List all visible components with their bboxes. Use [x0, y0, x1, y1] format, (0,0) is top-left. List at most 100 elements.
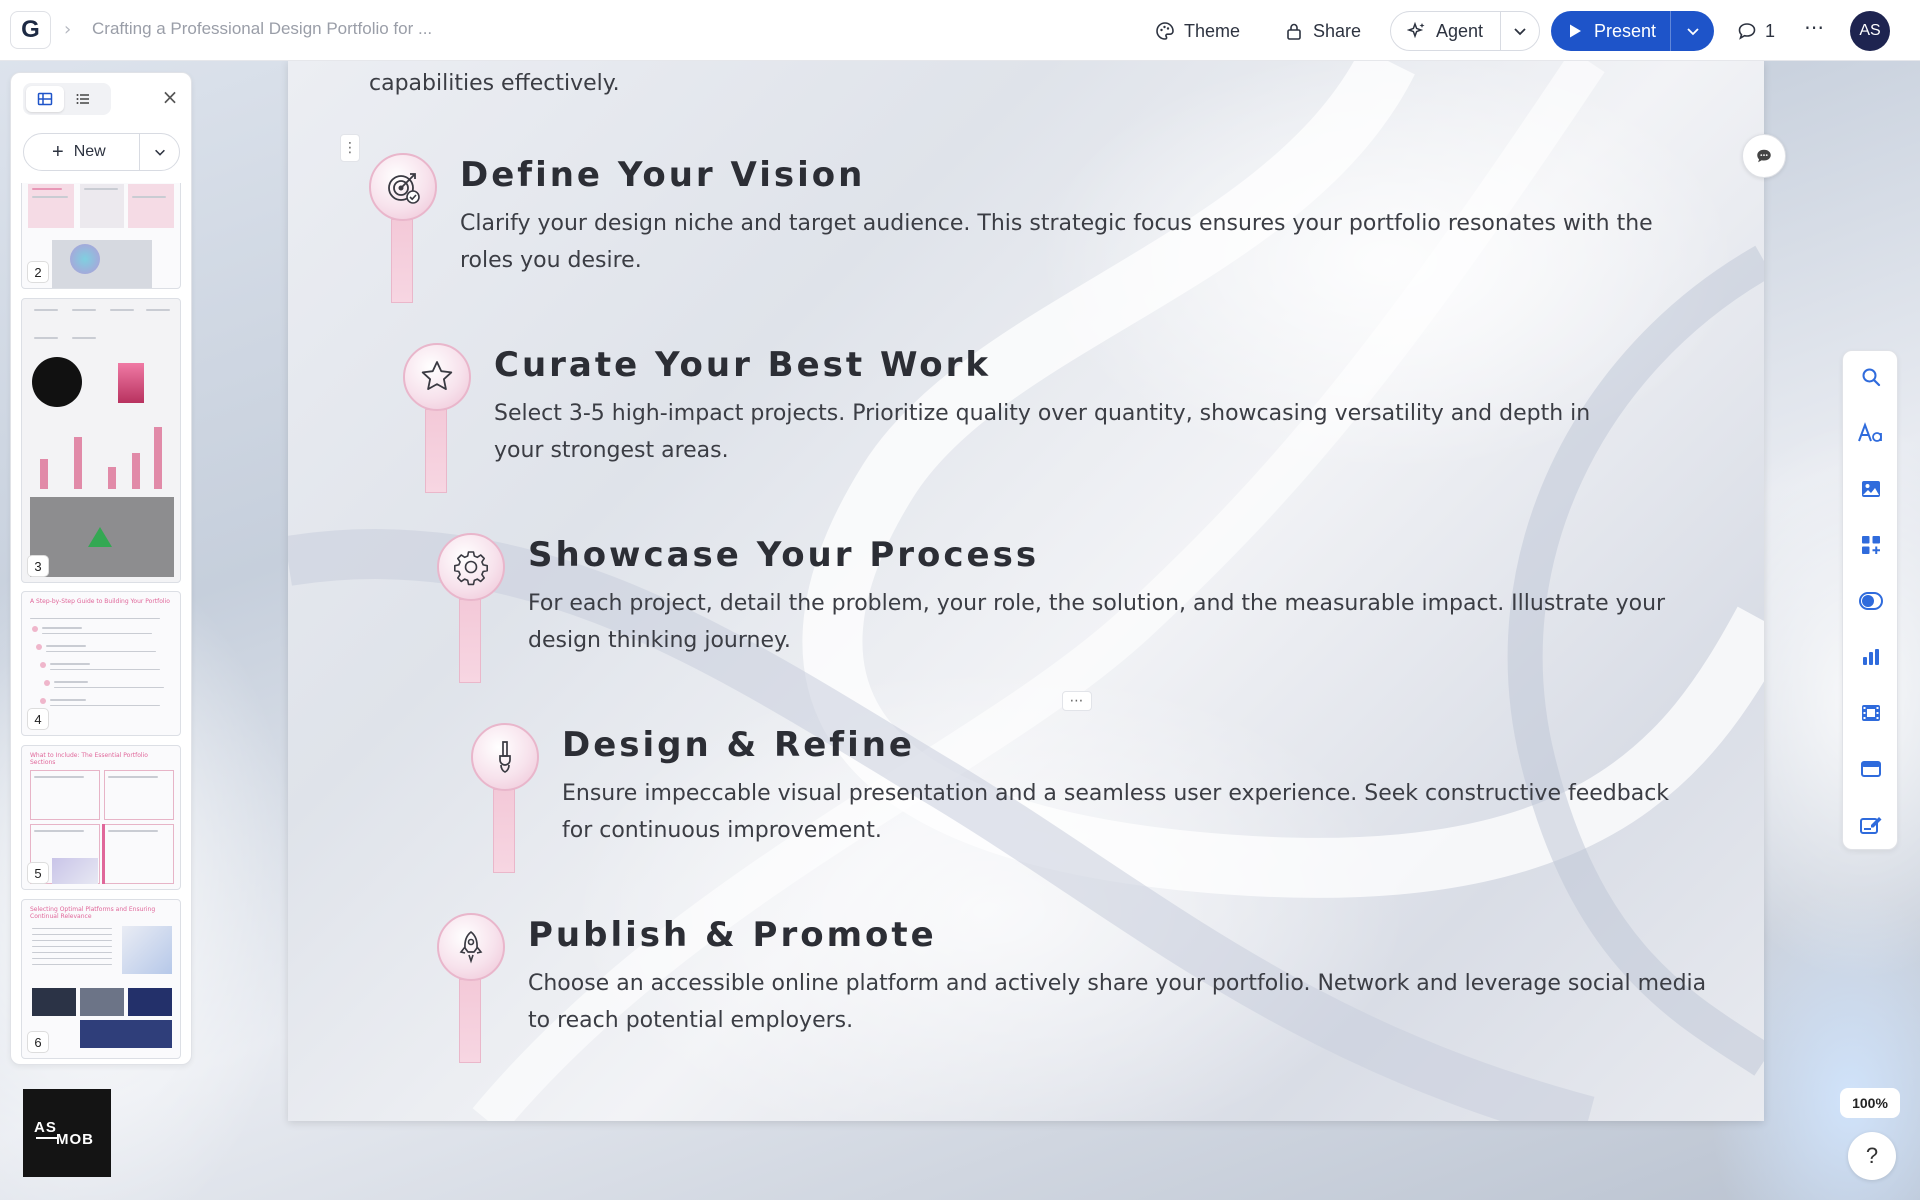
new-slide-button[interactable]: + New: [24, 134, 140, 170]
image-icon: [1862, 481, 1880, 497]
step-stem: [459, 599, 481, 683]
search-icon: [1862, 368, 1881, 387]
theme-button[interactable]: Theme: [1155, 12, 1240, 50]
user-avatar[interactable]: AS: [1850, 11, 1890, 51]
view-toggle: [23, 83, 111, 115]
comment-icon: [1757, 149, 1771, 163]
slide-thumbnail-4[interactable]: A Step-by-Step Guide to Building Your Po…: [21, 591, 181, 736]
step-title: Publish & Promote: [528, 915, 937, 955]
list-view-icon: [76, 94, 89, 104]
form-tool-button[interactable]: [1857, 811, 1885, 839]
step-stem: [459, 979, 481, 1063]
target-icon: [388, 173, 420, 204]
comment-count: 1: [1765, 20, 1776, 41]
step-description: Choose an accessible online platform and…: [528, 971, 1707, 1033]
step-icon-circle: [437, 533, 505, 601]
step-title: Design & Refine: [562, 725, 915, 765]
slide-canvas[interactable]: capabilities effectively. ⋮ Define Your …: [288, 61, 1764, 1121]
text-tool-button[interactable]: [1857, 419, 1885, 447]
thumbnail-number: 6: [28, 1032, 48, 1052]
thumbnail-number: 2: [28, 262, 48, 282]
share-button[interactable]: Share: [1284, 12, 1361, 50]
embed-tool-button[interactable]: [1857, 755, 1885, 783]
avatar-initials: AS: [1859, 22, 1881, 39]
slide-thumbnail-2[interactable]: 2: [21, 183, 181, 289]
brand-logo: AS MOB: [23, 1089, 111, 1177]
more-options-icon[interactable]: ⋯: [1804, 15, 1825, 39]
plus-icon: +: [52, 141, 64, 163]
document-title[interactable]: Crafting a Professional Design Portfolio…: [92, 19, 432, 39]
share-label: Share: [1313, 20, 1362, 41]
step-title: Define Your Vision: [460, 155, 866, 195]
star-icon: [421, 361, 453, 390]
palette-icon: [1156, 22, 1174, 40]
step-icon-circle: [437, 913, 505, 981]
insert-toolbar: [1842, 350, 1898, 850]
agent-button[interactable]: Agent: [1391, 12, 1501, 50]
breadcrumb-chevron-icon: ›: [64, 19, 72, 40]
blocks-tool-button[interactable]: [1857, 531, 1885, 559]
lock-icon: [1287, 23, 1301, 40]
step-icon-circle: [369, 153, 437, 221]
comment-icon: [1738, 23, 1756, 40]
agent-dropdown-button[interactable]: [1501, 23, 1539, 39]
new-slide-button-group: + New: [23, 133, 180, 171]
thumbnail-number: 3: [28, 556, 48, 576]
step-description: Clarify your design niche and target aud…: [460, 211, 1653, 273]
agent-label: Agent: [1436, 20, 1484, 41]
slide-thumbnail-5[interactable]: What to Include: The Essential Portfolio…: [21, 745, 181, 890]
app-logo[interactable]: G: [10, 11, 51, 49]
zoom-level-button[interactable]: 100%: [1840, 1088, 1900, 1118]
brand-underline: [36, 1137, 58, 1139]
bar-chart-icon: [1863, 649, 1879, 665]
slide-thumbnail-3[interactable]: 3: [21, 298, 181, 583]
present-button[interactable]: Present: [1551, 11, 1671, 51]
chevron-down-icon: [1686, 28, 1699, 36]
add-comment-button[interactable]: [1742, 134, 1786, 178]
block-drag-handle[interactable]: ⋮: [340, 134, 360, 162]
thumbnail-title: Selecting Optimal Platforms and Ensuring…: [30, 906, 156, 920]
search-tool-button[interactable]: [1857, 363, 1885, 391]
app-logo-letter: G: [21, 16, 40, 43]
step-description: For each project, detail the problem, yo…: [528, 591, 1666, 653]
close-panel-icon[interactable]: ×: [158, 85, 182, 109]
list-view-button[interactable]: [64, 86, 102, 112]
step-description: Select 3-5 high-impact projects. Priorit…: [494, 401, 1591, 463]
intro-text-tail: capabilities effectively.: [369, 71, 620, 96]
rocket-icon: [459, 931, 483, 964]
toggle-icon: [1859, 592, 1883, 610]
chart-tool-button[interactable]: [1857, 643, 1885, 671]
new-slide-dropdown-button[interactable]: [140, 145, 179, 159]
block-options-handle[interactable]: ⋯: [1062, 691, 1092, 711]
card-icon: [1861, 761, 1881, 777]
slides-panel: × + New 2 3 A Step-by-Step Guide to Buil…: [10, 72, 192, 1065]
edit-form-icon: [1860, 817, 1882, 834]
agent-button-group: Agent: [1390, 11, 1540, 51]
brand-logo-mark: AS MOB: [34, 1119, 100, 1148]
step-icon-circle: [403, 343, 471, 411]
present-dropdown-button[interactable]: [1671, 23, 1714, 39]
film-icon: [1862, 705, 1880, 721]
slide-thumbnail-6[interactable]: Selecting Optimal Platforms and Ensuring…: [21, 899, 181, 1059]
text-format-icon: [1858, 422, 1882, 442]
grid-view-button[interactable]: [26, 86, 64, 112]
comments-button[interactable]: 1: [1737, 12, 1775, 50]
brush-icon: [499, 741, 511, 773]
theme-label: Theme: [1184, 20, 1241, 41]
grid-view-icon: [37, 92, 53, 106]
step-title: Curate Your Best Work: [494, 345, 992, 385]
new-label: New: [73, 143, 106, 160]
play-icon: [1570, 24, 1581, 38]
image-tool-button[interactable]: [1857, 475, 1885, 503]
chevron-down-icon: [1514, 28, 1526, 36]
toggle-tool-button[interactable]: [1857, 587, 1885, 615]
chevron-down-icon: [154, 149, 165, 156]
video-tool-button[interactable]: [1857, 699, 1885, 727]
present-label: Present: [1594, 20, 1657, 41]
present-button-group: Present: [1551, 11, 1714, 51]
brand-line-1: AS: [34, 1119, 57, 1136]
thumbnail-list: 2 3 A Step-by-Step Guide to Building You…: [11, 183, 191, 1063]
top-bar: G › Crafting a Professional Design Portf…: [0, 0, 1920, 61]
step-stem: [391, 219, 413, 303]
help-button[interactable]: ?: [1848, 1132, 1896, 1180]
